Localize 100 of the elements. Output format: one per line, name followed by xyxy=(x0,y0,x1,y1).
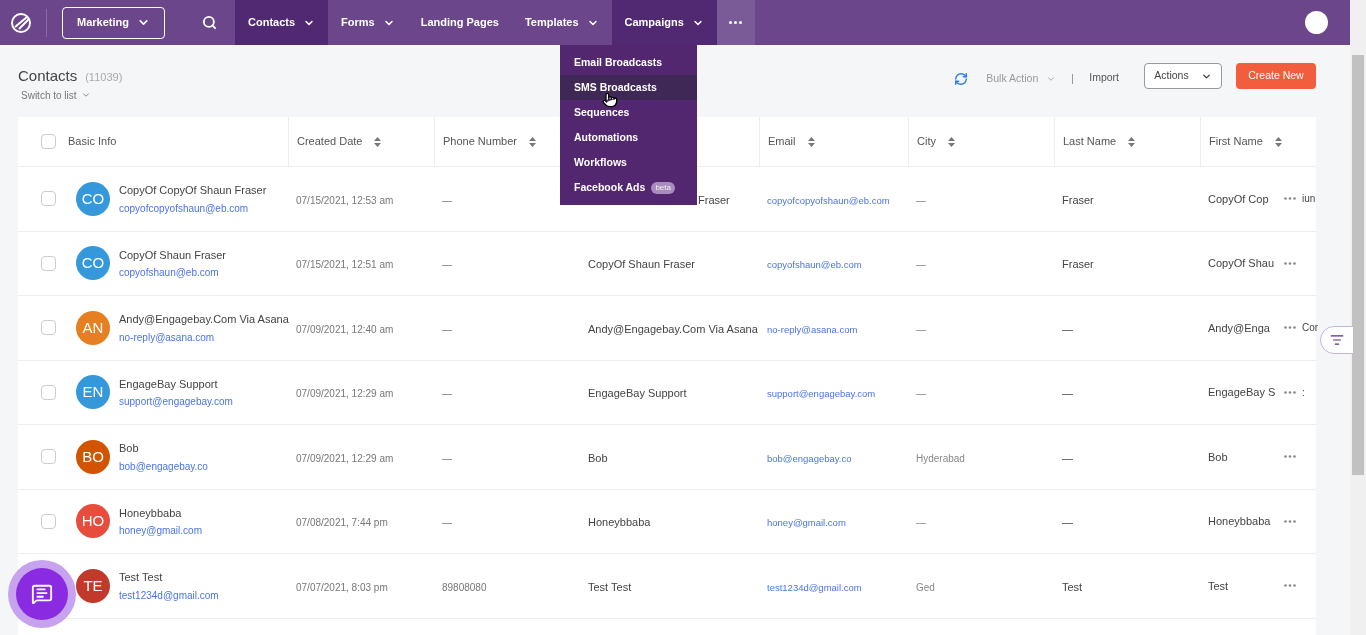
more-menu-button[interactable] xyxy=(716,0,755,45)
nav-tab[interactable]: Landing Pages xyxy=(407,0,512,45)
switch-to-list-link[interactable]: Switch to list xyxy=(21,87,91,103)
contact-name[interactable]: Honeybbaba xyxy=(119,504,202,521)
sort-icon[interactable] xyxy=(807,136,815,147)
full-name: Honeybbaba xyxy=(588,516,651,529)
sort-icon[interactable] xyxy=(947,136,955,147)
menu-item[interactable]: Sequences xyxy=(560,100,697,125)
avatar-icon[interactable] xyxy=(1305,11,1328,34)
email-link[interactable]: support@engagebay.com xyxy=(767,388,876,400)
row-checkbox[interactable] xyxy=(40,449,56,465)
nav-tab[interactable]: Templates xyxy=(511,0,612,45)
logo-icon[interactable] xyxy=(10,11,32,34)
contact-email[interactable]: support@engagebay.com xyxy=(119,394,233,409)
contact-email[interactable]: honey@gmail.com xyxy=(119,523,202,538)
nav-tab[interactable]: Contacts xyxy=(235,0,329,45)
first-name: Andy@Enga xyxy=(1208,320,1271,336)
contact-avatar: HO xyxy=(76,504,110,539)
contact-avatar: EN xyxy=(76,375,110,410)
sort-icon[interactable] xyxy=(529,136,536,147)
more-icon[interactable] xyxy=(1284,261,1296,265)
last-name: — xyxy=(1062,516,1073,529)
first-name: Bob xyxy=(1208,449,1229,465)
row-checkbox[interactable] xyxy=(40,513,56,529)
row-checkbox[interactable] xyxy=(40,191,56,207)
filter-button[interactable] xyxy=(1320,326,1354,354)
email-link[interactable]: test1234d@gmail.com xyxy=(767,581,862,593)
contact-email[interactable]: test1234d@gmail.com xyxy=(119,587,219,603)
email-link[interactable]: honey@gmail.com xyxy=(767,517,846,529)
more-icon[interactable] xyxy=(1284,326,1296,330)
created-date: 07/15/2021, 12:51 am xyxy=(296,259,394,271)
city: — xyxy=(916,323,926,335)
more-icon[interactable] xyxy=(1284,455,1296,459)
search-icon[interactable] xyxy=(202,15,217,30)
column-header[interactable]: Email xyxy=(768,133,815,150)
contact-email[interactable]: copyofshaun@eb.com xyxy=(119,265,226,280)
menu-item[interactable]: Email Broadcasts xyxy=(560,50,697,75)
sort-icon[interactable] xyxy=(374,136,382,147)
page-title: Contacts xyxy=(18,66,78,86)
more-icon[interactable] xyxy=(1284,390,1296,394)
created-date: 07/09/2021, 12:29 am xyxy=(296,388,394,400)
created-date: 07/09/2021, 12:29 am xyxy=(296,452,394,464)
column-header[interactable]: Phone Number xyxy=(443,133,536,150)
filter-icon xyxy=(1330,333,1344,347)
row-checkbox[interactable] xyxy=(40,384,56,400)
email-link[interactable]: copyofcopyofshaun@eb.com xyxy=(767,194,890,206)
menu-item[interactable]: Facebook Ads beta xyxy=(560,175,697,200)
last-name: — xyxy=(1062,387,1073,400)
contact-name[interactable]: Test Test xyxy=(119,569,219,586)
contact-name[interactable]: CopyOf CopyOf Shaun Fraser xyxy=(119,182,267,199)
sort-icon[interactable] xyxy=(1128,136,1136,147)
chevron-icon xyxy=(80,90,91,100)
select-all-checkbox[interactable] xyxy=(40,134,56,149)
more-icon[interactable] xyxy=(1284,584,1296,588)
contact-email[interactable]: copyofcopyofshaun@eb.com xyxy=(119,200,267,216)
full-name: Bob xyxy=(588,451,608,464)
first-name: CopyOf Cop xyxy=(1208,191,1270,207)
column-header[interactable]: Basic Info xyxy=(68,133,117,150)
actions-dropdown[interactable]: Actions xyxy=(1144,63,1222,89)
nav-tab[interactable]: Forms xyxy=(328,0,408,45)
contact-name[interactable]: CopyOf Shaun Fraser xyxy=(119,246,226,263)
last-name: Fraser xyxy=(1062,193,1094,206)
contact-email[interactable]: no-reply@asana.com xyxy=(119,329,289,345)
email-link[interactable]: no-reply@asana.com xyxy=(767,323,858,335)
more-icon[interactable] xyxy=(1284,197,1296,201)
contact-email[interactable]: bob@engagebay.co xyxy=(119,458,208,474)
row-checkbox[interactable] xyxy=(40,320,56,336)
row-checkbox[interactable] xyxy=(40,255,56,271)
phone-number: — xyxy=(442,388,452,400)
full-name: CopyOf Shaun Fraser xyxy=(588,258,695,271)
contact-name[interactable]: Bob xyxy=(119,440,208,457)
sort-icon[interactable] xyxy=(1274,136,1282,147)
overflow-text: Cor xyxy=(1302,321,1319,336)
column-header[interactable]: Last Name xyxy=(1063,133,1136,150)
overflow-text: : xyxy=(1302,385,1305,400)
column-header[interactable]: City xyxy=(917,133,955,150)
scrollbar[interactable] xyxy=(1350,0,1366,635)
email-link[interactable]: bob@engagebay.co xyxy=(767,452,852,464)
column-header[interactable]: Created Date xyxy=(297,133,382,150)
chat-icon xyxy=(31,583,53,605)
import-link[interactable]: Import xyxy=(1089,70,1119,86)
contact-name[interactable]: EngageBay Support xyxy=(119,375,233,392)
more-icon xyxy=(729,21,743,24)
menu-item[interactable]: Automations xyxy=(560,125,697,150)
email-link[interactable]: copyofshaun@eb.com xyxy=(767,259,862,271)
contact-name[interactable]: Andy@Engagebay.Com Via Asana xyxy=(119,311,289,328)
menu-item[interactable]: SMS Broadcasts xyxy=(560,75,697,100)
city: Ged xyxy=(916,581,935,593)
workspace-dropdown[interactable]: Marketing xyxy=(62,6,165,39)
full-name: Test Test xyxy=(588,580,632,593)
phone-number: 89808080 xyxy=(442,581,487,593)
first-name: Honeybbaba xyxy=(1208,514,1272,529)
city: Hyderabad xyxy=(916,452,965,464)
full-name: EngageBay Support xyxy=(588,387,687,400)
full-name: Andy@Engagebay.Com Via Asana xyxy=(588,322,758,335)
nav-tab[interactable]: Campaigns xyxy=(611,0,717,45)
refresh-icon[interactable] xyxy=(954,72,969,86)
more-icon[interactable] xyxy=(1284,519,1296,523)
column-header[interactable]: First Name xyxy=(1209,133,1282,150)
menu-item[interactable]: Workflows xyxy=(560,150,697,175)
